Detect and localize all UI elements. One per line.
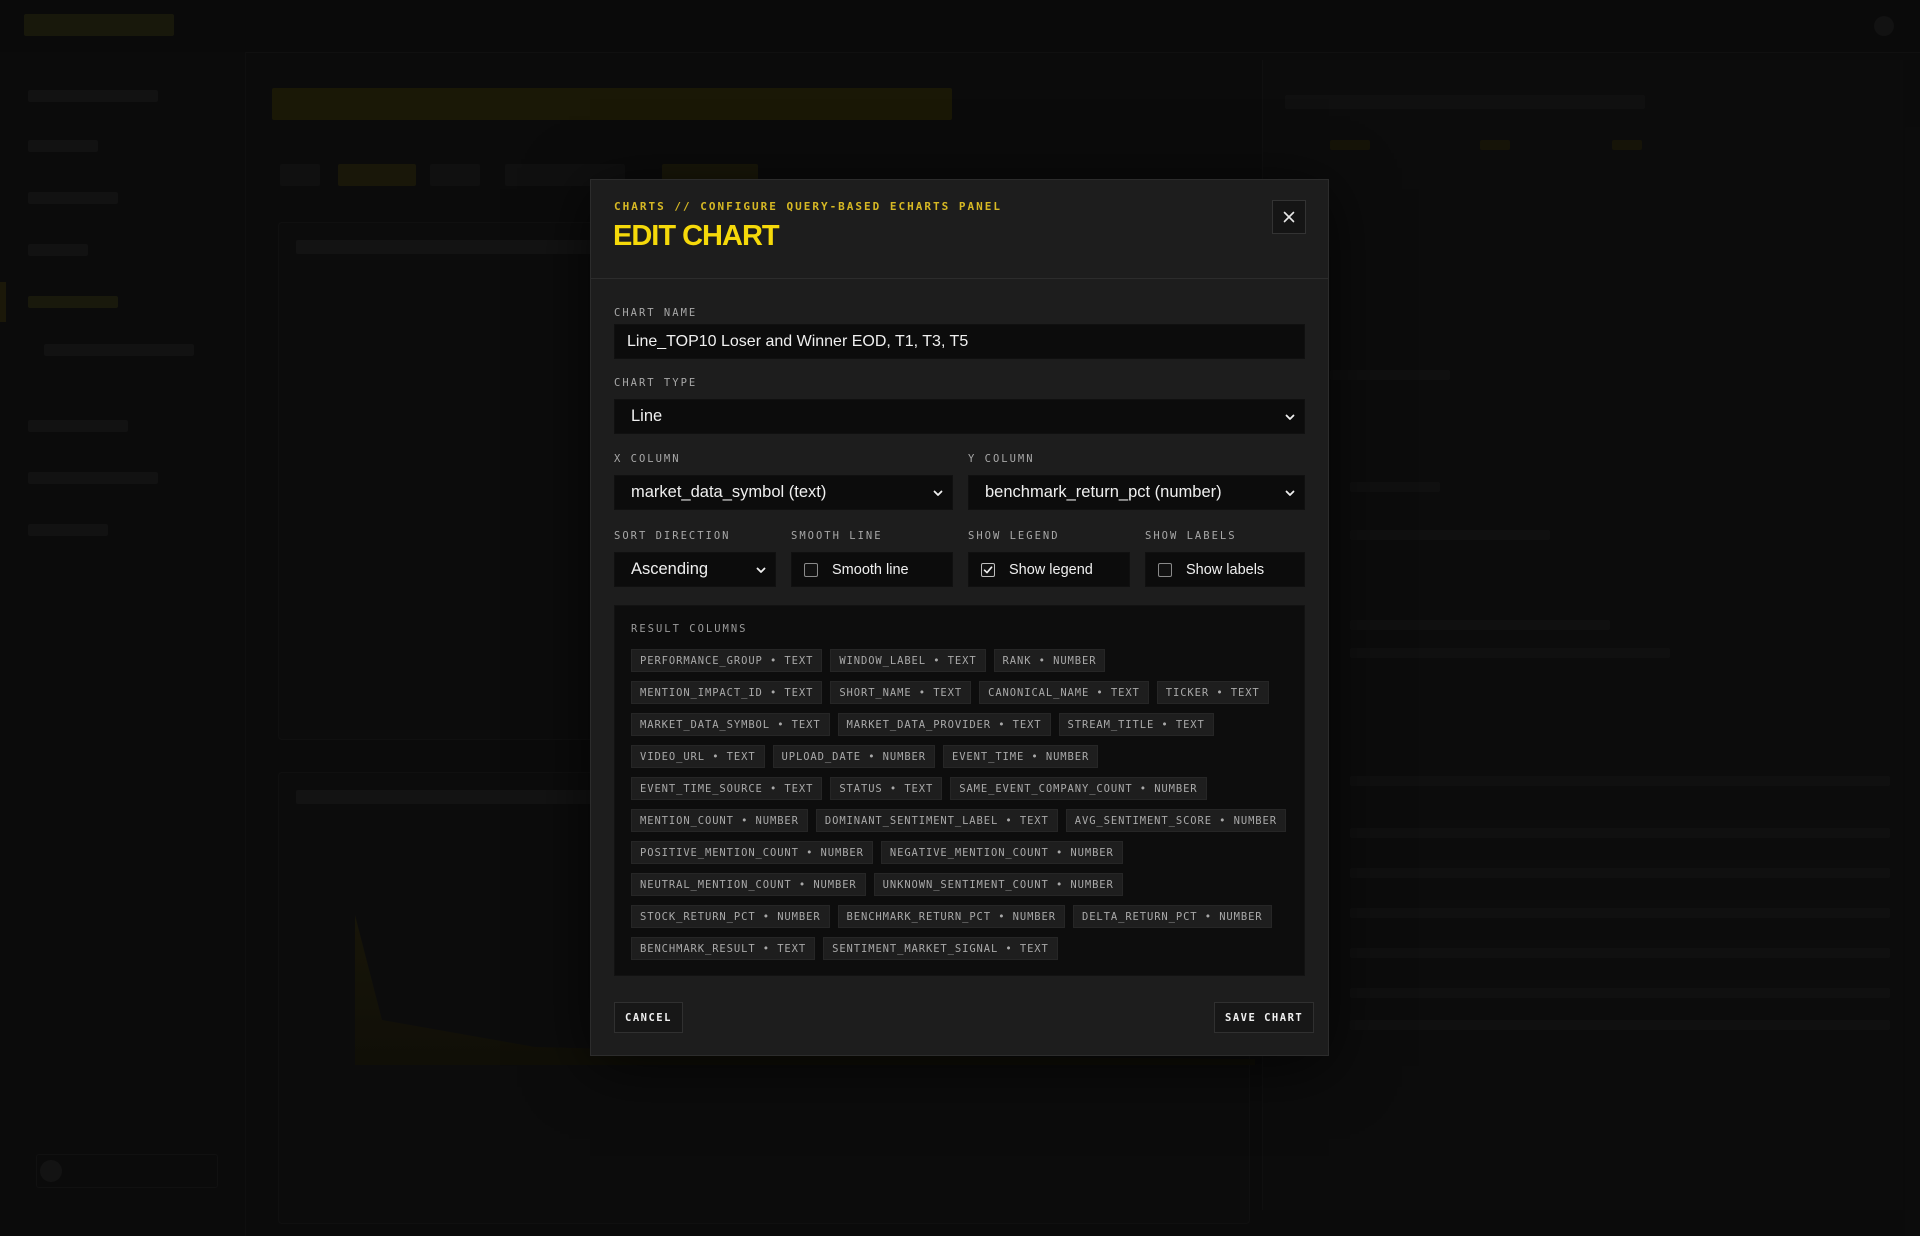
result-column-chip: VIDEO_URL • TEXT <box>631 745 765 768</box>
show-labels-checkbox[interactable] <box>1158 562 1172 577</box>
result-column-chip: EVENT_TIME • NUMBER <box>942 745 1099 768</box>
x-column-value: market_data_symbol (text) <box>631 483 827 501</box>
smooth-line-text: Smooth line <box>832 561 909 578</box>
result-column-chip: POSITIVE_MENTION_COUNT • NUMBER <box>631 841 873 864</box>
show-labels-label: SHOW LABELS <box>1145 530 1237 542</box>
show-labels-toggle[interactable]: Show labels <box>1145 552 1305 587</box>
y-column-label: Y COLUMN <box>968 453 1035 465</box>
result-column-chip: BENCHMARK_RESULT • TEXT <box>631 937 816 960</box>
result-column-chip: UNKNOWN_SENTIMENT_COUNT • NUMBER <box>873 873 1123 896</box>
result-columns-list: PERFORMANCE_GROUP • TEXT WINDOW_LABEL • … <box>631 649 1291 960</box>
show-legend-label: SHOW LEGEND <box>968 530 1060 542</box>
chart-name-label: CHART NAME <box>614 307 698 319</box>
result-column-chip: TICKER • TEXT <box>1156 681 1269 704</box>
sort-direction-label: SORT DIRECTION <box>614 530 731 542</box>
chevron-down-icon <box>756 567 766 573</box>
result-column-chip: BENCHMARK_RETURN_PCT • NUMBER <box>837 905 1065 928</box>
chart-type-select[interactable]: Line <box>614 399 1305 434</box>
result-columns-title: RESULT COLUMNS <box>631 623 748 635</box>
show-legend-checkbox[interactable] <box>981 562 995 577</box>
result-column-chip: MARKET_DATA_SYMBOL • TEXT <box>631 713 830 736</box>
chart-type-label: CHART TYPE <box>614 377 698 389</box>
x-column-label: X COLUMN <box>614 453 681 465</box>
result-column-chip: SENTIMENT_MARKET_SIGNAL • TEXT <box>823 937 1058 960</box>
chart-type-value: Line <box>631 407 663 425</box>
show-legend-text: Show legend <box>1009 561 1093 578</box>
result-column-chip: MENTION_COUNT • NUMBER <box>631 809 808 832</box>
result-column-chip: RANK • NUMBER <box>993 649 1106 672</box>
result-column-chip: DELTA_RETURN_PCT • NUMBER <box>1072 905 1272 928</box>
show-legend-toggle[interactable]: Show legend <box>968 552 1130 587</box>
chart-name-input[interactable] <box>614 324 1305 359</box>
result-column-chip: MARKET_DATA_PROVIDER • TEXT <box>837 713 1051 736</box>
chevron-down-icon <box>1285 490 1295 496</box>
result-column-chip: STATUS • TEXT <box>830 777 943 800</box>
save-chart-button[interactable]: SAVE CHART <box>1214 1002 1315 1033</box>
result-column-chip: SHORT_NAME • TEXT <box>830 681 972 704</box>
result-columns-panel: RESULT COLUMNS PERFORMANCE_GROUP • TEXT … <box>614 605 1305 976</box>
sort-direction-value: Ascending <box>631 560 709 578</box>
chevron-down-icon <box>1285 414 1295 420</box>
result-column-chip: SAME_EVENT_COMPANY_COUNT • NUMBER <box>950 777 1207 800</box>
result-column-chip: NEGATIVE_MENTION_COUNT • NUMBER <box>880 841 1123 864</box>
sort-direction-select[interactable]: Ascending <box>614 552 776 587</box>
result-column-chip: PERFORMANCE_GROUP • TEXT <box>631 649 823 672</box>
show-labels-text: Show labels <box>1186 561 1265 578</box>
result-column-chip: STOCK_RETURN_PCT • NUMBER <box>631 905 830 928</box>
checkmark-icon <box>983 565 993 573</box>
y-column-select[interactable]: benchmark_return_pct (number) <box>968 475 1305 510</box>
result-column-chip: UPLOAD_DATE • NUMBER <box>772 745 935 768</box>
chevron-down-icon <box>933 490 943 496</box>
modal-title: EDIT CHART <box>613 220 780 252</box>
modal-header: CHARTS // CONFIGURE QUERY-BASED ECHARTS … <box>591 180 1328 279</box>
cancel-button[interactable]: CANCEL <box>614 1002 683 1033</box>
close-button[interactable] <box>1272 200 1306 234</box>
y-column-value: benchmark_return_pct (number) <box>985 483 1222 501</box>
result-column-chip: CANONICAL_NAME • TEXT <box>979 681 1149 704</box>
result-column-chip: MENTION_IMPACT_ID • TEXT <box>631 681 823 704</box>
result-column-chip: WINDOW_LABEL • TEXT <box>830 649 986 672</box>
result-column-chip: STREAM_TITLE • TEXT <box>1058 713 1214 736</box>
smooth-line-toggle[interactable]: Smooth line <box>791 552 953 587</box>
result-column-chip: NEUTRAL_MENTION_COUNT • NUMBER <box>631 873 866 896</box>
result-column-chip: AVG_SENTIMENT_SCORE • NUMBER <box>1065 809 1286 832</box>
close-icon <box>1283 211 1295 223</box>
edit-chart-modal: CHARTS // CONFIGURE QUERY-BASED ECHARTS … <box>590 179 1329 1056</box>
x-column-select[interactable]: market_data_symbol (text) <box>614 475 953 510</box>
modal-eyebrow: CHARTS // CONFIGURE QUERY-BASED ECHARTS … <box>614 200 1003 213</box>
result-column-chip: DOMINANT_SENTIMENT_LABEL • TEXT <box>815 809 1058 832</box>
result-column-chip: EVENT_TIME_SOURCE • TEXT <box>631 777 823 800</box>
smooth-line-label: SMOOTH LINE <box>791 530 883 542</box>
smooth-line-checkbox[interactable] <box>804 562 818 577</box>
